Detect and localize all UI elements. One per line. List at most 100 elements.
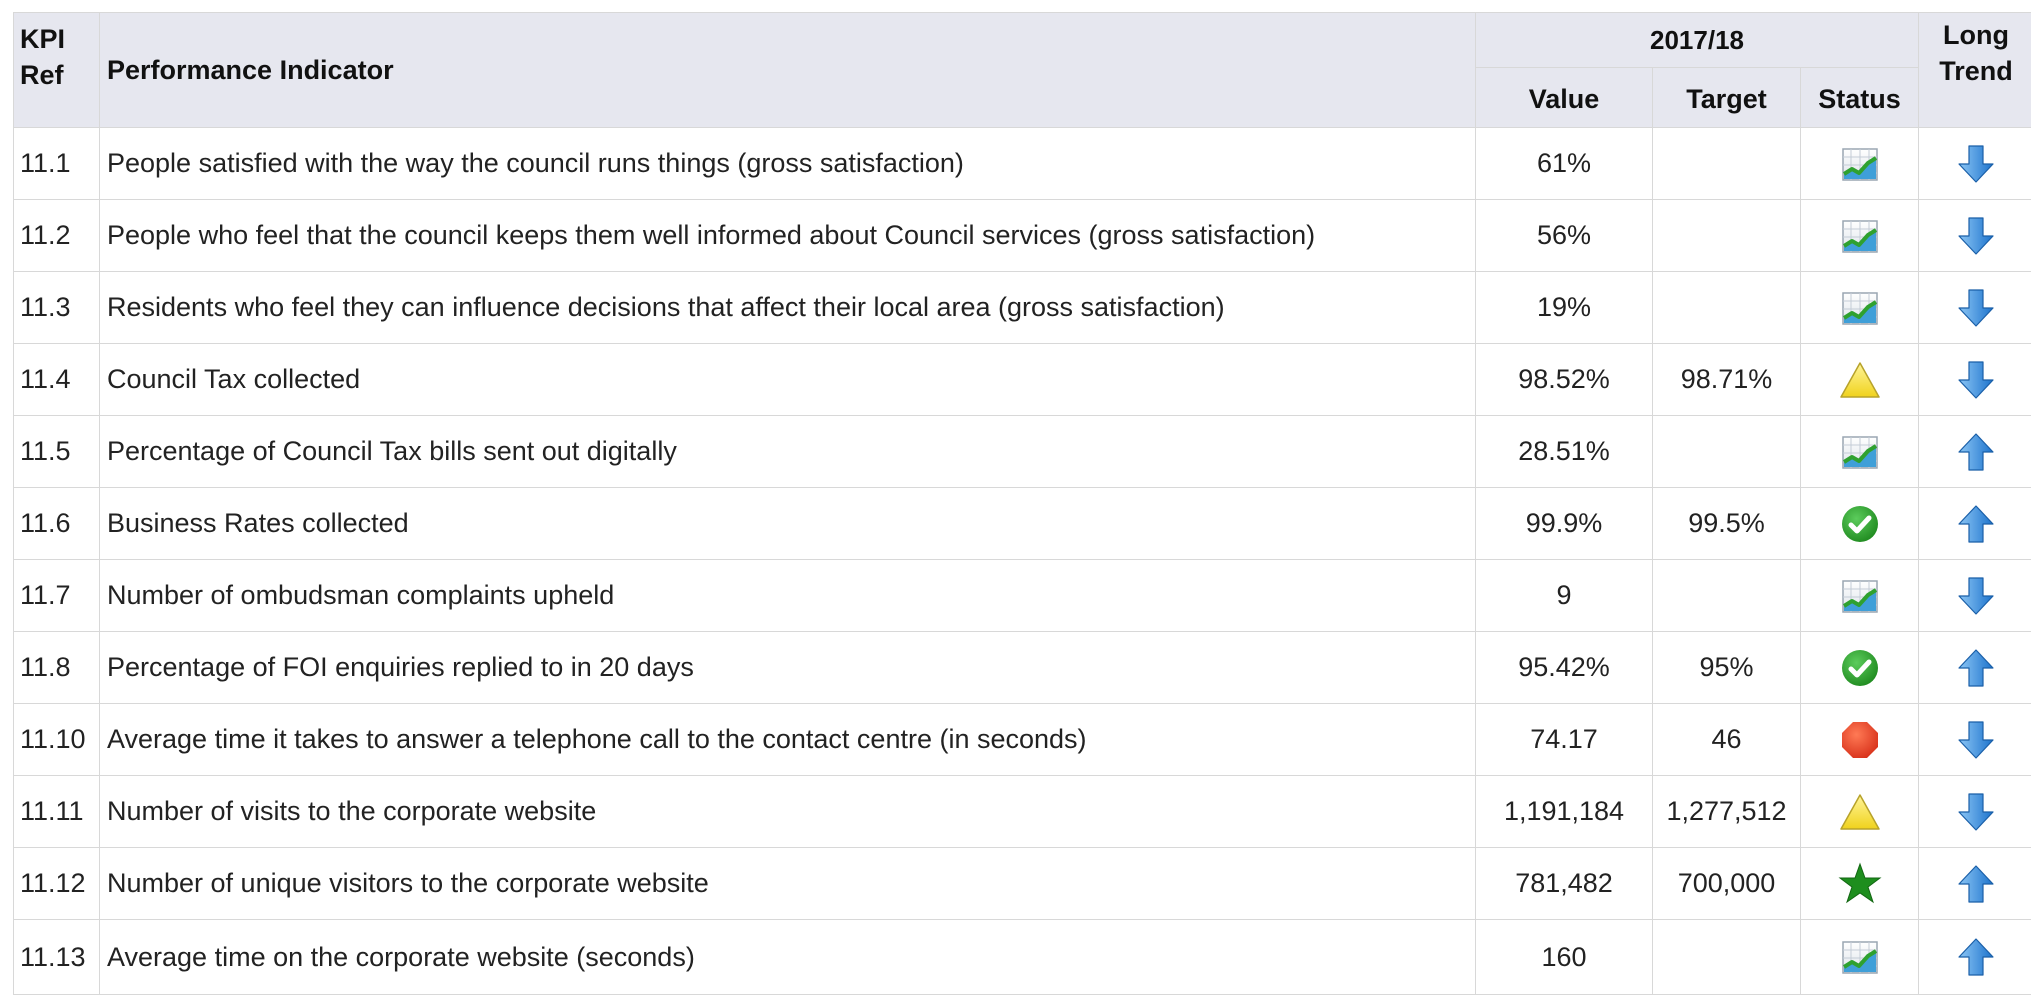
trend-cell [1919,776,2031,848]
target-cell: 98.71% [1653,344,1801,416]
status-cell [1801,416,1919,488]
data-only-chart-icon [1840,291,1880,321]
data-only-chart-icon [1840,435,1880,465]
status-cell [1801,272,1919,344]
trend-cell [1919,560,2031,632]
warning-triangle-icon [1838,795,1882,825]
target-cell: 46 [1653,704,1801,776]
star-icon [1838,867,1882,897]
status-cell [1801,128,1919,200]
kpi-table: KPIRef Performance Indicator 2017/18 Lon… [13,12,2031,995]
warning-triangle-icon [1838,363,1882,393]
kpi-ref-cell: 11.3 [14,272,100,344]
arrow-down-icon [1957,363,1995,393]
target-cell [1653,272,1801,344]
table-row: 11.4Council Tax collected98.52%98.71% [14,344,2031,416]
indicator-cell: Average time on the corporate website (s… [100,920,1476,995]
header-long-trend: LongTrend [1919,13,2031,128]
indicator-cell: Number of ombudsman complaints upheld [100,560,1476,632]
value-cell: 95.42% [1476,632,1653,704]
value-cell: 781,482 [1476,848,1653,920]
target-cell [1653,128,1801,200]
trend-cell [1919,416,2031,488]
target-cell: 95% [1653,632,1801,704]
kpi-ref-cell: 11.7 [14,560,100,632]
value-cell: 98.52% [1476,344,1653,416]
status-cell [1801,632,1919,704]
table-row: 11.12Number of unique visitors to the co… [14,848,2031,920]
table-row: 11.11Number of visits to the corporate w… [14,776,2031,848]
kpi-ref-cell: 11.6 [14,488,100,560]
kpi-ref-cell: 11.5 [14,416,100,488]
indicator-cell: People who feel that the council keeps t… [100,200,1476,272]
trend-cell [1919,704,2031,776]
status-cell [1801,704,1919,776]
target-cell: 1,277,512 [1653,776,1801,848]
arrow-down-icon [1957,147,1995,177]
indicator-cell: Average time it takes to answer a teleph… [100,704,1476,776]
table-row: 11.8Percentage of FOI enquiries replied … [14,632,2031,704]
header-value: Value [1476,68,1653,128]
kpi-ref-cell: 11.4 [14,344,100,416]
table-row: 11.6Business Rates collected99.9%99.5% [14,488,2031,560]
status-cell [1801,920,1919,995]
table-body: 11.1People satisfied with the way the co… [14,128,2031,995]
arrow-down-icon [1957,795,1995,825]
target-cell: 700,000 [1653,848,1801,920]
indicator-cell: Number of unique visitors to the corpora… [100,848,1476,920]
kpi-ref-cell: 11.10 [14,704,100,776]
indicator-cell: Number of visits to the corporate websit… [100,776,1476,848]
table-row: 11.13Average time on the corporate websi… [14,920,2031,995]
table-row: 11.1People satisfied with the way the co… [14,128,2031,200]
trend-cell [1919,272,2031,344]
status-cell [1801,488,1919,560]
data-only-chart-icon [1840,940,1880,970]
alert-stop-icon [1840,723,1880,753]
target-cell [1653,920,1801,995]
arrow-up-icon [1957,435,1995,465]
data-only-chart-icon [1840,219,1880,249]
ok-check-icon [1840,651,1880,681]
indicator-cell: Residents who feel they can influence de… [100,272,1476,344]
data-only-chart-icon [1840,147,1880,177]
status-cell [1801,848,1919,920]
header-kpi-ref: KPIRef [14,13,100,128]
indicator-cell: Business Rates collected [100,488,1476,560]
value-cell: 9 [1476,560,1653,632]
table-row: 11.3Residents who feel they can influenc… [14,272,2031,344]
target-cell [1653,200,1801,272]
arrow-up-icon [1957,651,1995,681]
value-cell: 61% [1476,128,1653,200]
value-cell: 1,191,184 [1476,776,1653,848]
ok-check-icon [1840,507,1880,537]
value-cell: 99.9% [1476,488,1653,560]
kpi-ref-cell: 11.11 [14,776,100,848]
target-cell: 99.5% [1653,488,1801,560]
value-cell: 19% [1476,272,1653,344]
value-cell: 160 [1476,920,1653,995]
trend-cell [1919,920,2031,995]
status-cell [1801,560,1919,632]
table-header: KPIRef Performance Indicator 2017/18 Lon… [14,13,2031,128]
arrow-down-icon [1957,219,1995,249]
status-cell [1801,200,1919,272]
arrow-up-icon [1957,867,1995,897]
kpi-ref-cell: 11.13 [14,920,100,995]
trend-cell [1919,632,2031,704]
arrow-up-icon [1957,940,1995,970]
trend-cell [1919,200,2031,272]
kpi-ref-cell: 11.2 [14,200,100,272]
header-performance-indicator: Performance Indicator [100,13,1476,128]
trend-cell [1919,848,2031,920]
header-period: 2017/18 [1476,13,1919,68]
target-cell [1653,416,1801,488]
table-row: 11.10Average time it takes to answer a t… [14,704,2031,776]
target-cell [1653,560,1801,632]
arrow-down-icon [1957,579,1995,609]
header-target: Target [1653,68,1801,128]
table-row: 11.2People who feel that the council kee… [14,200,2031,272]
indicator-cell: Council Tax collected [100,344,1476,416]
kpi-ref-cell: 11.8 [14,632,100,704]
arrow-down-icon [1957,291,1995,321]
indicator-cell: Percentage of Council Tax bills sent out… [100,416,1476,488]
